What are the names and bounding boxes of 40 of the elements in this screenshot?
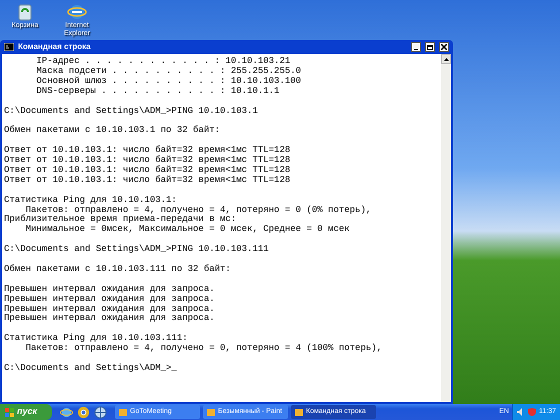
console-line: Превышен интервал ожидания для запроса.: [4, 284, 216, 295]
round-app-icon[interactable]: [77, 406, 90, 418]
window-title: Командная строка: [18, 41, 91, 53]
console-line: Обмен пакетами с 10.10.103.1 по 32 байт:: [4, 126, 222, 136]
console-line: Превышен интервал ожидания для запроса.: [4, 314, 216, 324]
console-line: C:\Documents and Settings\ADM_>PING 10.10.103.111: [4, 245, 270, 256]
console-line: Ответ от 10.10.103.1: число байт=32 время<1мс TTL=128: [4, 166, 292, 175]
console-line: Превышен интервал ожидания для запроса.: [4, 304, 216, 314]
console-line: Пакетов: отправлено = 4, получено = 4, потеряно = 0 (0% потерь),: [26, 206, 372, 215]
close-button[interactable]: [439, 42, 449, 52]
windows-logo-icon: [5, 408, 14, 416]
console-line: Минимальное = 0мсек, Максимальное = 0 мсек, Среднее = 0 мсек: [24, 225, 351, 236]
console-line: C:\Documents and Settings\ADM_>PING 10.10.103.1: [4, 106, 259, 116]
console-line: Статистика Ping для 10.10.103.111:: [4, 334, 189, 344]
volume-icon[interactable]: [517, 408, 525, 416]
start-button[interactable]: пуск: [0, 404, 52, 420]
console-line: DNS-серверы . . . . . . . . . . . : 10.10.1.1: [35, 86, 280, 97]
app-icon: [119, 408, 127, 416]
minimize-button[interactable]: [411, 42, 421, 52]
console-line: Приблизительное время приема-передачи в мс:: [4, 215, 238, 225]
scroll-up-icon[interactable]: [444, 58, 448, 60]
console-line: IP-адрес . . . . . . . . . . . . : 10.10.103.21: [35, 57, 292, 67]
console-line: Маска подсети . . . . . . . . . . : 255.255.255.0: [35, 66, 302, 76]
browser-icon: [67, 2, 87, 22]
maximize-button[interactable]: [425, 42, 435, 52]
globe-icon[interactable]: [94, 406, 107, 418]
console-line: Основной шлюз . . . . . . . . . . : 10.10.103.100: [35, 76, 302, 87]
console-line: Ответ от 10.10.103.1: число байт=32 время<1мс TTL=128: [4, 156, 292, 166]
scrollbar[interactable]: [441, 54, 451, 402]
console-line: Ответ от 10.10.103.1: число байт=32 время<1мс TTL=128: [4, 176, 292, 186]
app-icon: [207, 408, 215, 416]
console-line: C:\Documents and Settings\ADM_>_: [4, 364, 178, 374]
console-line: Ответ от 10.10.103.1: число байт=32 время<1мс TTL=128: [4, 146, 292, 156]
console-line: Статистика Ping для 10.10.103.1:: [4, 196, 178, 206]
console-line: Превышен интервал ожидания для запроса.: [4, 294, 216, 305]
console-line: Пакетов: отправлено = 4, получено = 0, потеряно = 4 (100% потерь),: [24, 344, 384, 354]
app-icon: [295, 408, 303, 416]
console-line: Обмен пакетами с 10.10.103.111 по 32 байт:: [4, 264, 232, 275]
console-icon: [4, 43, 14, 51]
browser-icon[interactable]: [60, 406, 73, 418]
